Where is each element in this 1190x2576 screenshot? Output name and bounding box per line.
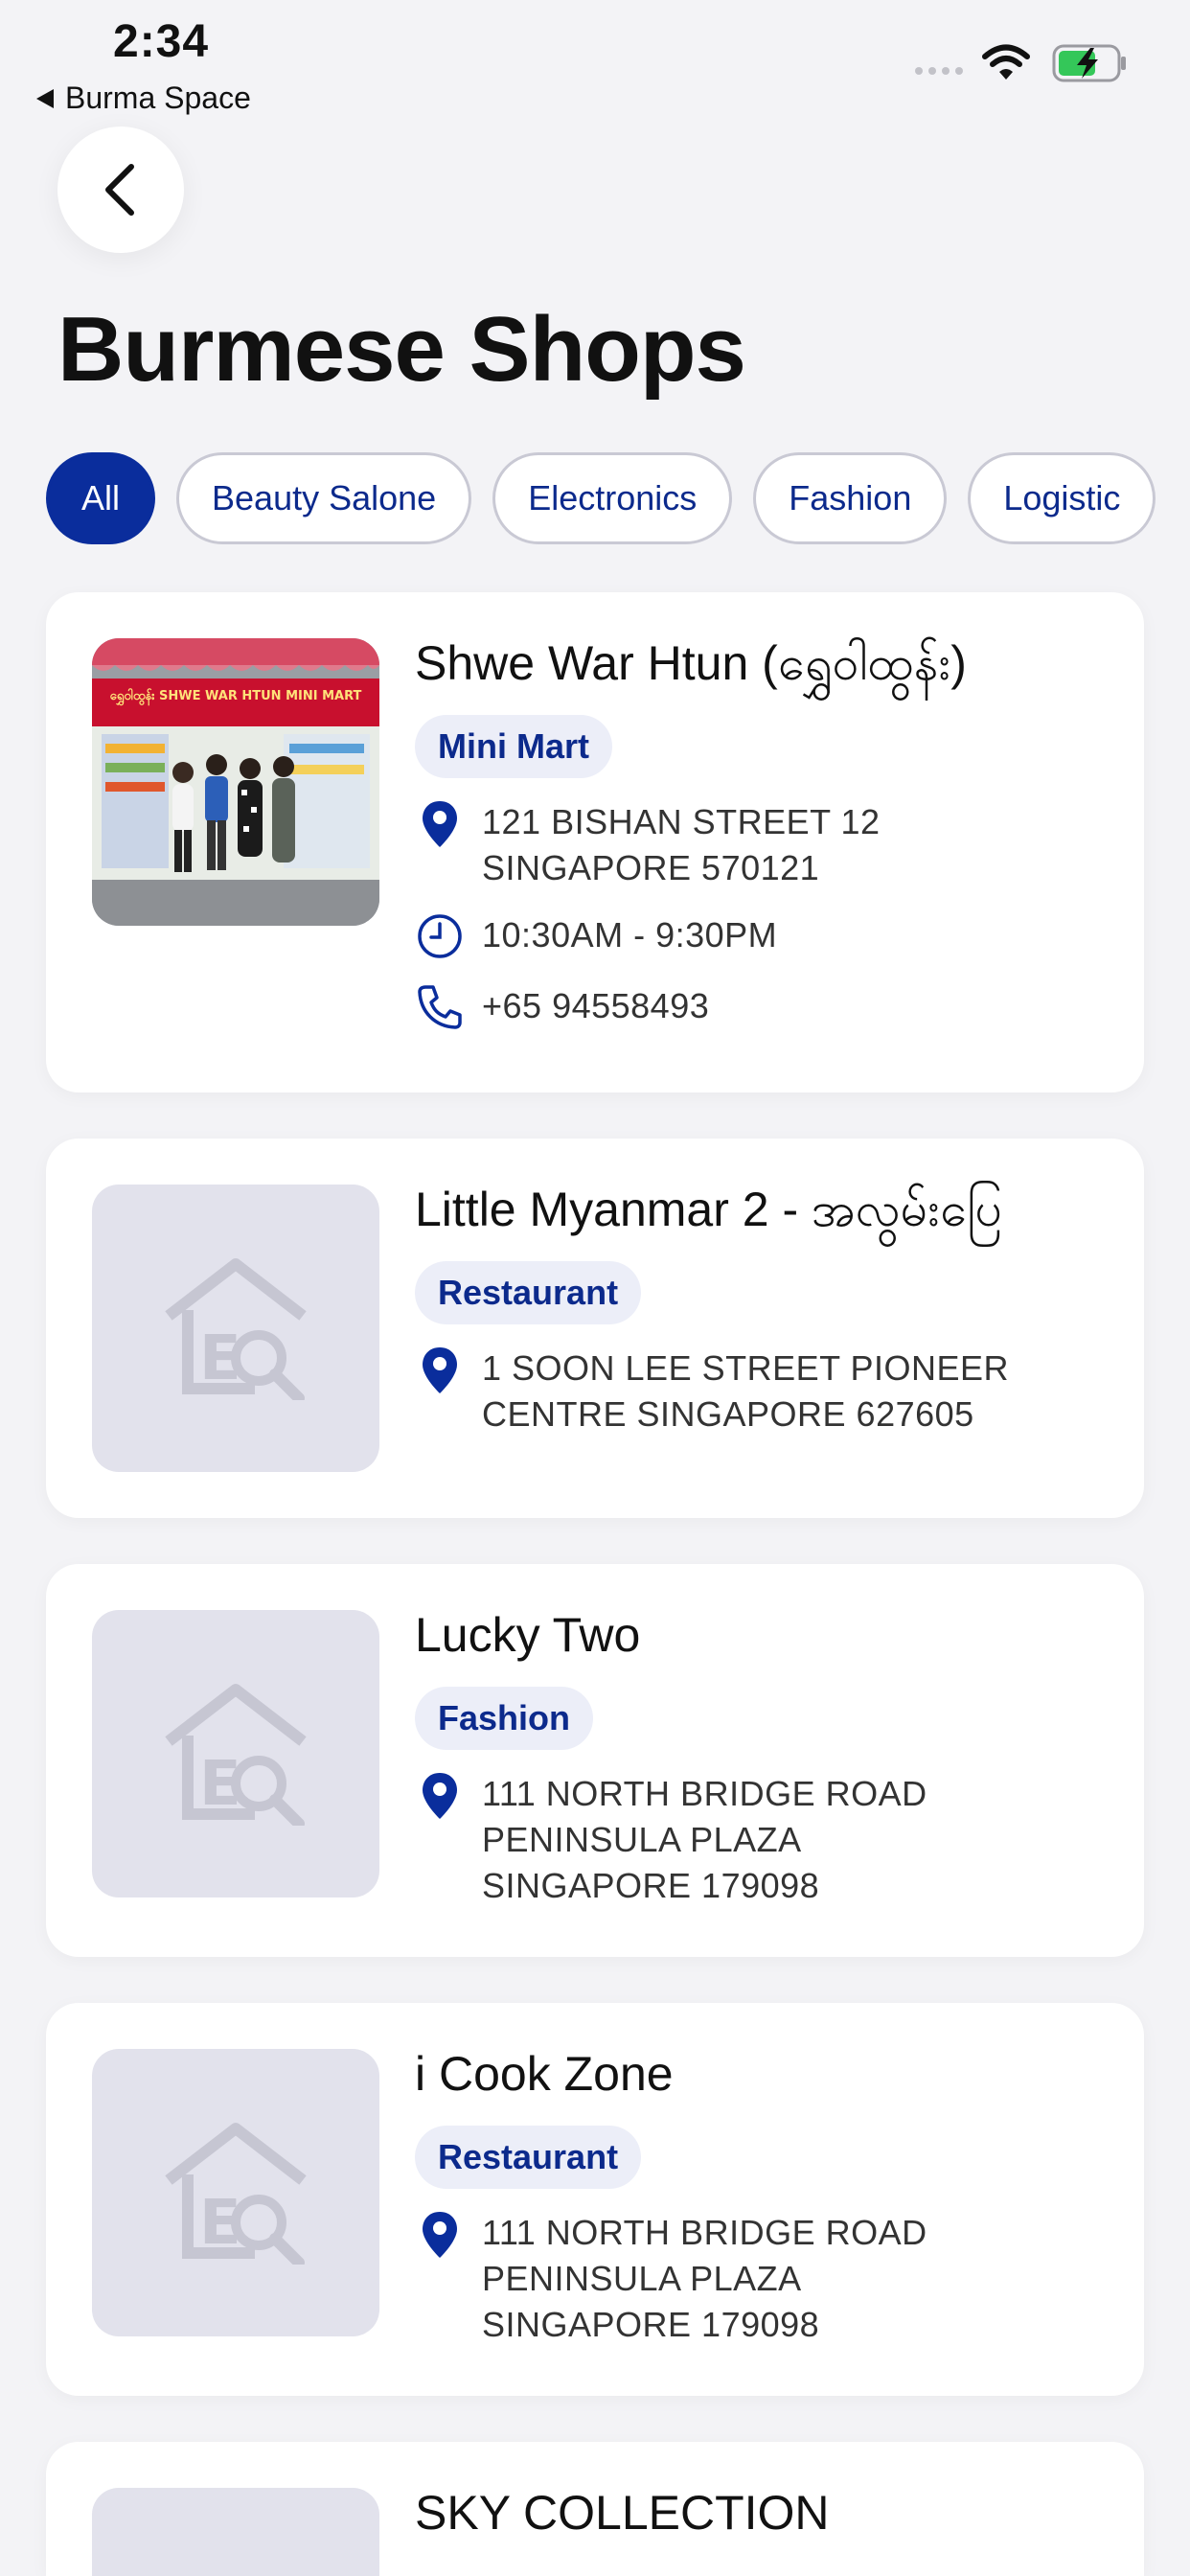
- shop-card[interactable]: E i Cook Zone Restaurant 111 NORTH BRIDG…: [46, 2003, 1144, 2396]
- shop-card[interactable]: E Lucky Two Fashion 111 NORTH BRIDGE ROA…: [46, 1564, 1144, 1957]
- house-search-icon: E: [165, 2123, 307, 2265]
- back-to-app-link[interactable]: Burma Space: [36, 80, 251, 116]
- location-pin-icon: [415, 2210, 465, 2260]
- shop-photo: ရွှေဝါထွန်း SHWE WAR HTUN MINI MART: [92, 638, 379, 926]
- page-title: Burmese Shops: [57, 298, 746, 401]
- address-row: 121 BISHAN STREET 12 SINGAPORE 570121: [415, 799, 1106, 891]
- status-bar: 2:34 Burma Space: [0, 0, 1190, 125]
- filter-chip-all[interactable]: All: [46, 452, 156, 544]
- location-pin-icon: [415, 1771, 465, 1821]
- shop-photo-placeholder: E: [92, 1610, 379, 1898]
- storefront-photo-image: ရွှေဝါထွန်း SHWE WAR HTUN MINI MART: [92, 638, 379, 926]
- back-triangle-icon: [36, 88, 54, 108]
- shop-address: 111 NORTH BRIDGE ROAD PENINSULA PLAZA SI…: [482, 2213, 927, 2344]
- address-row: 1 SOON LEE STREET PIONEER CENTRE SINGAPO…: [415, 1346, 1106, 1438]
- location-pin-icon: [415, 1346, 465, 1395]
- back-button[interactable]: [57, 126, 184, 253]
- phone-icon: [415, 983, 465, 1033]
- house-search-icon: E: [165, 1258, 307, 1400]
- shop-card[interactable]: SKY COLLECTION: [46, 2442, 1144, 2576]
- hours-row: 10:30AM - 9:30PM: [415, 912, 1106, 962]
- shop-name: Little Myanmar 2 - အလွမ်းပြေ: [415, 1183, 1003, 1236]
- back-app-label: Burma Space: [65, 80, 251, 115]
- filter-chip-electronics[interactable]: Electronics: [492, 452, 733, 544]
- shop-name: Lucky Two: [415, 1608, 641, 1662]
- clock-icon: [415, 912, 465, 962]
- battery-charging-icon: [1052, 44, 1126, 82]
- shop-address: 111 NORTH BRIDGE ROAD PENINSULA PLAZA SI…: [482, 1774, 927, 1905]
- house-search-icon: E: [165, 1684, 307, 1826]
- shop-photo-placeholder: [92, 2488, 379, 2576]
- address-row: 111 NORTH BRIDGE ROAD PENINSULA PLAZA SI…: [415, 1771, 1106, 1909]
- category-badge: Restaurant: [415, 2126, 642, 2189]
- category-badge: Restaurant: [415, 1261, 642, 1324]
- shop-card[interactable]: E Little Myanmar 2 - အလွမ်းပြေ Restauran…: [46, 1138, 1144, 1518]
- shop-photo-placeholder: E: [92, 1184, 379, 1472]
- location-pin-icon: [415, 799, 465, 849]
- shop-card[interactable]: ရွှေဝါထွန်း SHWE WAR HTUN MINI MART Shwe…: [46, 592, 1144, 1092]
- phone-row[interactable]: +65 94558493: [415, 983, 1106, 1033]
- shop-address: 1 SOON LEE STREET PIONEER CENTRE SINGAPO…: [482, 1348, 1009, 1434]
- filter-chip-beauty-salone[interactable]: Beauty Salone: [176, 452, 472, 544]
- shop-name: SKY COLLECTION: [415, 2486, 830, 2540]
- chevron-left-icon: [105, 164, 134, 216]
- shop-photo-placeholder: E: [92, 2049, 379, 2336]
- filter-chip-logistic[interactable]: Logistic: [968, 452, 1156, 544]
- shop-name: i Cook Zone: [415, 2047, 674, 2101]
- filter-chip-fashion[interactable]: Fashion: [753, 452, 948, 544]
- shop-name: Shwe War Htun (ရွှေဝါထွန်း): [415, 636, 967, 690]
- shop-address: 121 BISHAN STREET 12 SINGAPORE 570121: [482, 802, 881, 887]
- category-filter-bar: All Beauty Salone Electronics Fashion Lo…: [46, 452, 1156, 544]
- category-badge: Fashion: [415, 1687, 594, 1750]
- wifi-icon: [982, 44, 1030, 80]
- status-time: 2:34: [113, 16, 210, 67]
- category-badge: Mini Mart: [415, 715, 612, 778]
- cellular-signal-icon: [915, 67, 963, 75]
- shop-hours: 10:30AM - 9:30PM: [482, 915, 778, 954]
- shop-phone[interactable]: +65 94558493: [482, 983, 709, 1029]
- address-row: 111 NORTH BRIDGE ROAD PENINSULA PLAZA SI…: [415, 2210, 1106, 2348]
